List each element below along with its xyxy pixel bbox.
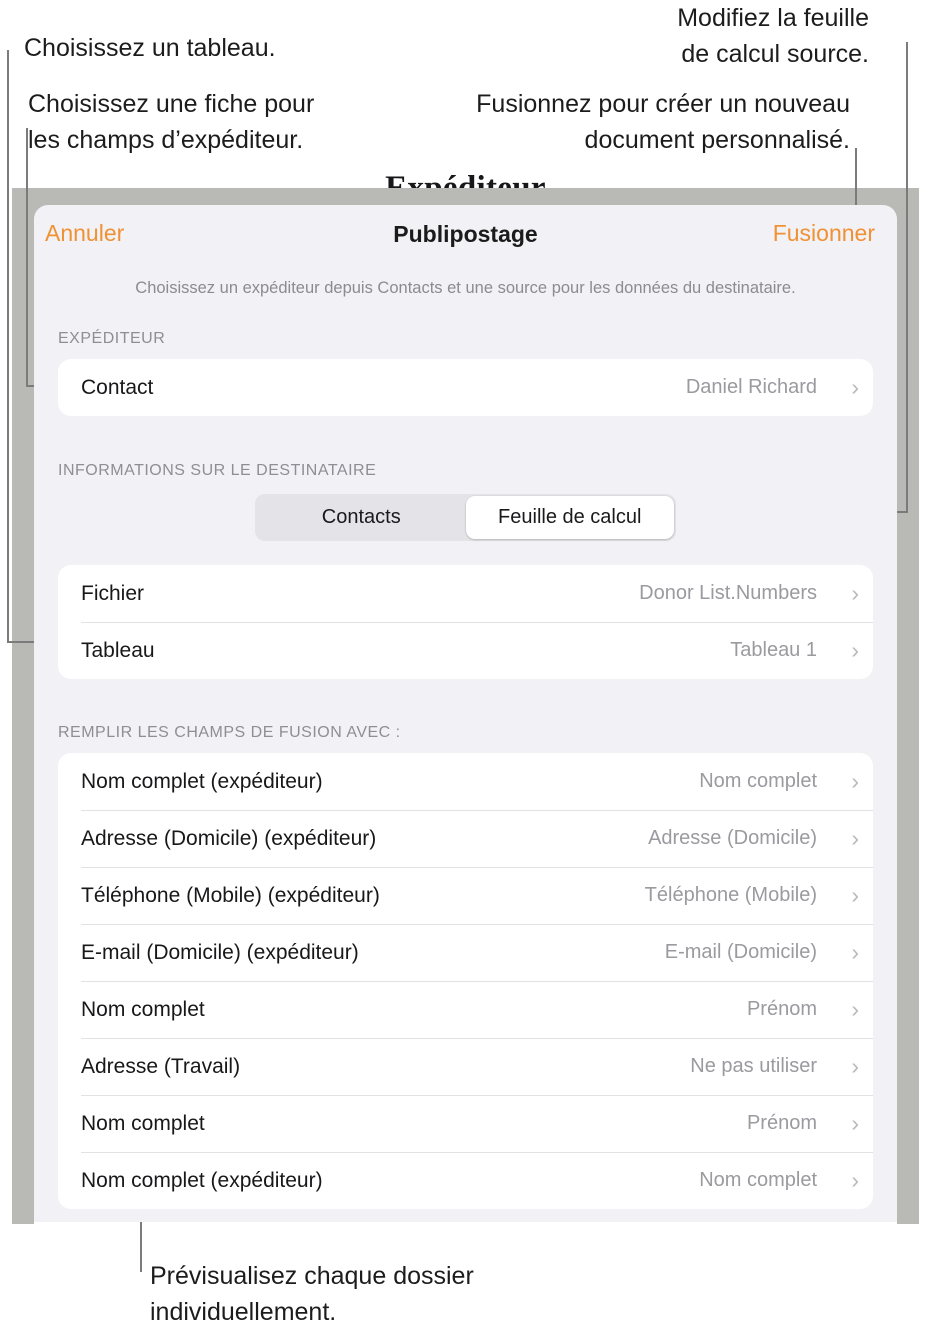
leader-line-choose-table-vertical <box>7 50 9 643</box>
merge-field-label: Nom complet <box>81 997 205 1021</box>
merge-field-value: Adresse (Domicile) <box>648 827 817 849</box>
sender-card: Contact Daniel Richard › <box>58 359 873 416</box>
callout-preview-each-record: Prévisualisez chaque dossier individuell… <box>150 1262 474 1326</box>
merge-field-value: Prénom <box>746 998 817 1020</box>
leader-line-preview-link <box>140 1216 142 1272</box>
row-contact[interactable]: Contact Daniel Richard › <box>58 359 873 416</box>
dialog-header: Annuler Publipostage Fusionner <box>34 205 897 269</box>
section-label-sender: EXPÉDITEUR <box>58 330 166 347</box>
merge-field-label: Adresse (Travail) <box>81 1054 241 1078</box>
recipient-source-card: Fichier Donor List.Numbers › Tableau Tab… <box>58 565 873 679</box>
row-table-label: Tableau <box>81 638 155 662</box>
callout-merge-new-document: Fusionnez pour créer un nouveau document… <box>476 90 850 154</box>
section-label-merge-fields: REMPLIR LES CHAMPS DE FUSION AVEC : <box>58 724 401 741</box>
segment-spreadsheet[interactable]: Feuille de calcul <box>465 496 674 539</box>
table-row[interactable]: Nom complet (expéditeur) Nom complet › <box>58 753 873 810</box>
chevron-right-icon: › <box>851 1053 859 1079</box>
merge-field-value: Téléphone (Mobile) <box>644 884 817 906</box>
row-table-value: Tableau 1 <box>730 639 817 661</box>
row-file-label: Fichier <box>81 581 145 605</box>
chevron-right-icon: › <box>851 1110 859 1136</box>
merge-button[interactable]: Fusionner <box>773 220 875 247</box>
section-label-recipient: INFORMATIONS SUR LE DESTINATAIRE <box>58 462 377 479</box>
table-row[interactable]: Adresse (Domicile) (expéditeur) Adresse (… <box>58 810 873 867</box>
merge-field-label: Nom complet <box>81 1111 205 1135</box>
row-file-value: Donor List.Numbers <box>639 582 817 604</box>
merge-field-label: Nom complet (expéditeur) <box>81 1168 323 1192</box>
recipient-source-segmented-wrap: Contacts Feuille de calcul <box>34 494 897 541</box>
row-contact-label: Contact <box>81 375 154 399</box>
merge-field-value: Nom complet <box>699 1169 817 1191</box>
leader-line-choose-record-vertical <box>26 128 28 387</box>
row-contact-value: Daniel Richard <box>685 376 817 398</box>
table-row[interactable]: Nom complet Prénom › <box>58 981 873 1038</box>
merge-field-label: Adresse (Domicile) (expéditeur) <box>81 826 377 850</box>
table-row[interactable]: Téléphone (Mobile) (expéditeur) Téléphone… <box>58 867 873 924</box>
mail-merge-dialog: Annuler Publipostage Fusionner Choisisse… <box>34 205 897 1222</box>
background-document-right-edge <box>897 188 919 1224</box>
row-file[interactable]: Fichier Donor List.Numbers › <box>58 565 873 622</box>
merge-field-label: E-mail (Domicile) (expéditeur) <box>81 940 359 964</box>
callout-edit-source-sheet: Modifiez la feuille de calcul source. <box>677 4 869 68</box>
dialog-subtitle: Choisissez un expéditeur depuis Contacts… <box>135 279 796 297</box>
merge-field-value: E-mail (Domicile) <box>664 941 817 963</box>
chevron-right-icon: › <box>851 637 859 663</box>
table-row[interactable]: Adresse (Travail) Ne pas utiliser › <box>58 1038 873 1095</box>
callout-choose-record: Choisissez une fiche pour les champs d’e… <box>28 90 315 154</box>
recipient-source-segmented-control[interactable]: Contacts Feuille de calcul <box>255 494 676 541</box>
merge-fields-card: Nom complet (expéditeur) Nom complet › Adre… <box>58 753 873 1209</box>
table-row[interactable]: Nom complet (expéditeur) Nom complet › <box>58 1152 873 1209</box>
chevron-right-icon: › <box>851 768 859 794</box>
callout-choose-table: Choisissez un tableau. <box>24 34 276 62</box>
segment-contacts[interactable]: Contacts <box>257 496 466 539</box>
chevron-right-icon: › <box>851 825 859 851</box>
merge-field-label: Téléphone (Mobile) (expéditeur) <box>81 883 380 907</box>
table-row[interactable]: Nom complet Prénom › <box>58 1095 873 1152</box>
chevron-right-icon: › <box>851 996 859 1022</box>
chevron-right-icon: › <box>851 580 859 606</box>
chevron-right-icon: › <box>851 1167 859 1193</box>
table-row[interactable]: E-mail (Domicile) (expéditeur) E-mail (Do… <box>58 924 873 981</box>
chevron-right-icon: › <box>851 374 859 400</box>
row-table[interactable]: Tableau Tableau 1 › <box>58 622 873 679</box>
background-document-left-edge <box>12 188 34 1224</box>
merge-field-value: Ne pas utiliser <box>690 1055 817 1077</box>
merge-field-value: Prénom <box>746 1112 817 1134</box>
dialog-title: Publipostage <box>393 221 538 247</box>
merge-field-value: Nom complet <box>699 770 817 792</box>
merge-field-label: Nom complet (expéditeur) <box>81 769 323 793</box>
leader-line-edit-source-vertical <box>906 42 908 513</box>
chevron-right-icon: › <box>851 939 859 965</box>
chevron-right-icon: › <box>851 882 859 908</box>
